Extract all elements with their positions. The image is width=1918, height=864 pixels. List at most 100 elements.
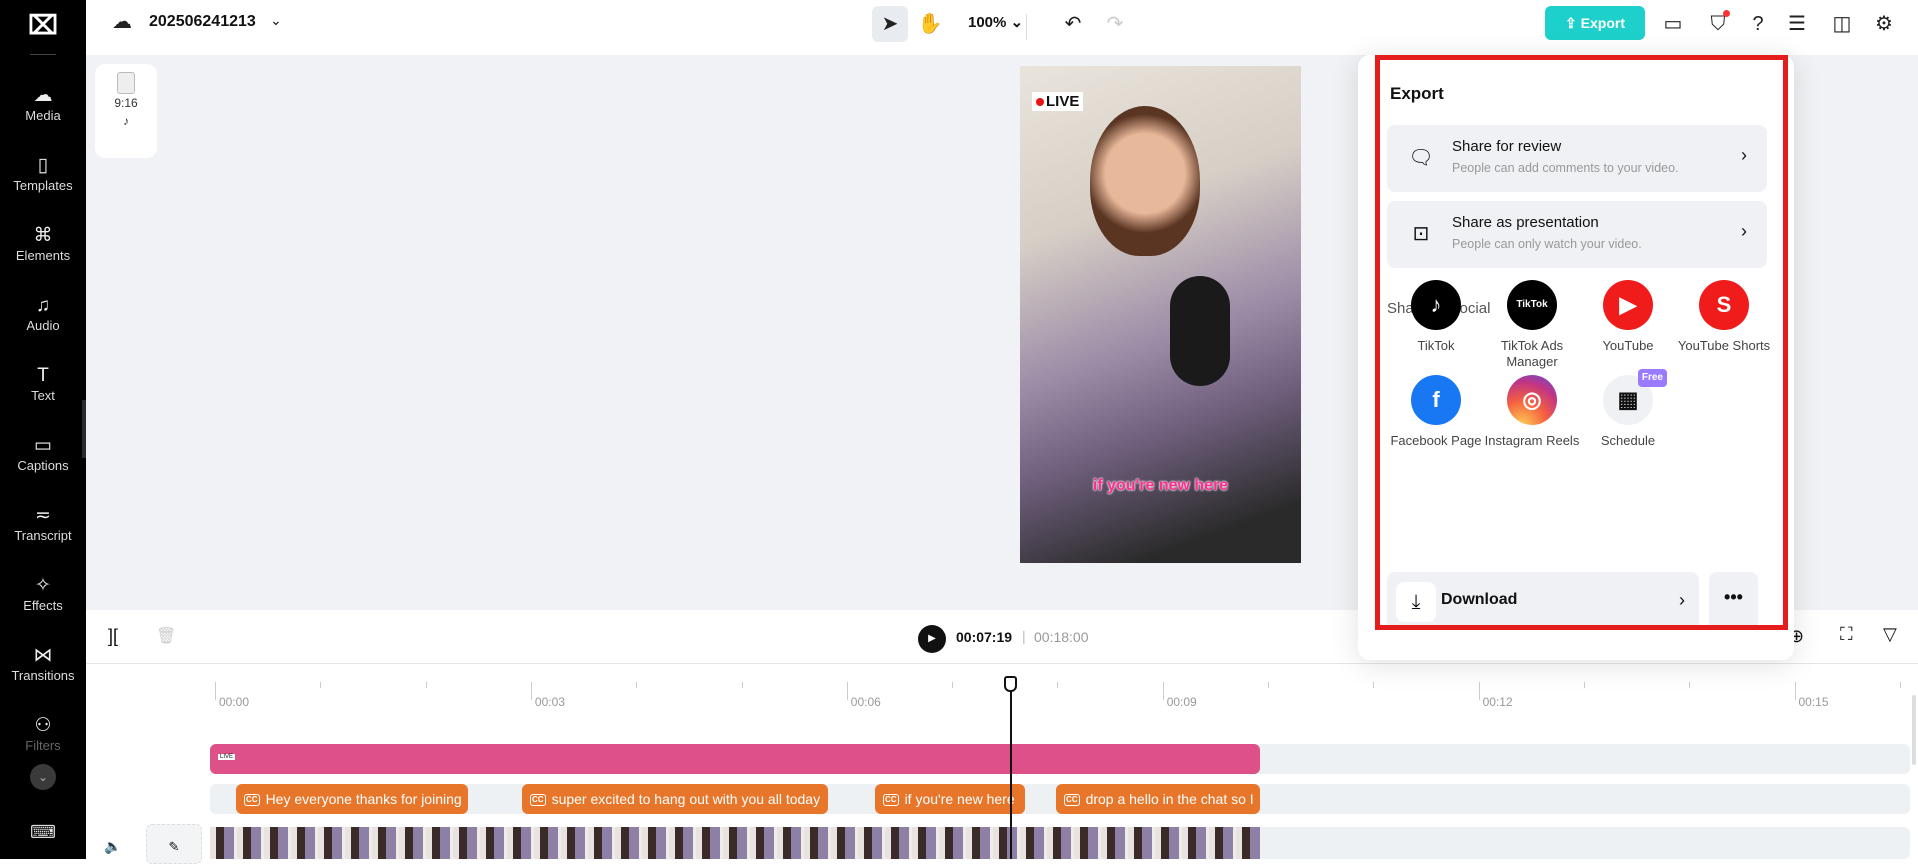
edit-cover-icon[interactable]: ✎ bbox=[146, 824, 202, 864]
vertical-scrollbar[interactable] bbox=[1912, 695, 1916, 765]
time-separator: | bbox=[1022, 628, 1026, 644]
templates-icon: ▯ bbox=[37, 155, 49, 176]
cloud-sync-icon[interactable]: ☁ bbox=[104, 4, 140, 40]
ruler-label: 00:15 bbox=[1798, 695, 1829, 709]
ruler-tick bbox=[1162, 682, 1164, 700]
more-tools-chevron-icon[interactable]: ⌄ bbox=[30, 764, 56, 790]
sidebar-item-text[interactable]: T Text bbox=[0, 364, 86, 403]
caption-text: if you're new here bbox=[904, 791, 1015, 807]
sidebar-item-templates[interactable]: ▯ Templates bbox=[0, 154, 86, 193]
video-clip-filmstrip[interactable] bbox=[210, 827, 1260, 859]
delete-trash-icon[interactable]: 🗑 bbox=[156, 626, 176, 646]
presentation-icon: ⊡ bbox=[1412, 223, 1430, 245]
help-icon[interactable]: ? bbox=[1740, 6, 1776, 42]
video-preview[interactable]: LIVE if you're new here bbox=[1020, 66, 1301, 563]
chevron-right-icon: › bbox=[1741, 221, 1747, 241]
layout-panel-icon[interactable]: ◫ bbox=[1824, 6, 1860, 42]
playhead[interactable] bbox=[1010, 676, 1012, 859]
caption-clip[interactable]: CC if you're new here bbox=[875, 784, 1025, 814]
sidebar-item-transcript[interactable]: ≂ Transcript bbox=[0, 504, 86, 543]
ruler-tick bbox=[425, 682, 427, 688]
download-button[interactable]: ⤓ Download › bbox=[1387, 572, 1699, 625]
export-panel-highlight: Export 🗨 Share for review People can add… bbox=[1375, 55, 1788, 630]
settings-gear-icon[interactable]: ⚙ bbox=[1866, 6, 1902, 42]
export-button[interactable]: ⇪ Export bbox=[1545, 6, 1645, 40]
divider bbox=[30, 54, 56, 55]
capcut-logo-icon[interactable]: ⌧ bbox=[28, 10, 58, 40]
share-facebook-page-button[interactable]: f Facebook Page bbox=[1386, 375, 1486, 449]
share-for-review-button[interactable]: 🗨 Share for review People can add commen… bbox=[1387, 125, 1767, 192]
chevron-right-icon: › bbox=[1679, 590, 1685, 610]
media-icon: ☁ bbox=[33, 85, 53, 106]
share-as-presentation-button[interactable]: ⊡ Share as presentation People can only … bbox=[1387, 201, 1767, 268]
project-name[interactable]: 202506241213 bbox=[149, 13, 256, 31]
ruler-tick bbox=[1794, 682, 1796, 700]
comment-icon: 🗨 bbox=[1408, 147, 1434, 169]
youtube-icon: ▶ bbox=[1603, 280, 1653, 330]
play-button[interactable]: ▶ bbox=[918, 625, 946, 653]
export-panel-title: Export bbox=[1390, 84, 1444, 103]
share-tiktok-ads-manager-button[interactable]: TikTok TikTok Ads Manager bbox=[1482, 280, 1582, 370]
social-label: TikTok Ads Manager bbox=[1500, 338, 1564, 369]
hand-tool-icon[interactable]: ✋ bbox=[912, 6, 948, 42]
share-schedule-button[interactable]: ▦ Free Schedule bbox=[1578, 369, 1678, 449]
caption-text: super excited to hang out with you all t… bbox=[551, 791, 821, 807]
project-menu-chevron-icon[interactable]: ⌄ bbox=[270, 12, 282, 29]
notifications-icon[interactable]: ⛉ bbox=[1700, 6, 1736, 42]
sidebar-item-label: Transcript bbox=[14, 528, 72, 543]
social-label: YouTube Shorts bbox=[1677, 338, 1771, 353]
sidebar-item-elements[interactable]: ⌘ Elements bbox=[0, 224, 86, 263]
share-tiktok-button[interactable]: ♪ TikTok bbox=[1386, 280, 1486, 354]
share-youtube-button[interactable]: ▶ YouTube bbox=[1578, 280, 1678, 354]
ruler-tick bbox=[1373, 682, 1375, 688]
ruler-tick bbox=[741, 682, 743, 688]
preview-mode-icon[interactable]: ▽ bbox=[1883, 624, 1897, 645]
ruler-label: 00:12 bbox=[1482, 695, 1513, 709]
more-options-button[interactable]: ••• bbox=[1709, 572, 1758, 625]
ruler-tick bbox=[1478, 682, 1480, 700]
layers-icon[interactable]: ☰ bbox=[1779, 6, 1815, 42]
divider bbox=[86, 663, 1918, 664]
sidebar-item-captions[interactable]: ▭ Captions bbox=[0, 434, 86, 473]
present-screen-icon[interactable]: ▭ bbox=[1655, 6, 1691, 42]
share-presentation-subtitle: People can only watch your video. bbox=[1452, 237, 1642, 251]
sidebar-item-media[interactable]: ☁ Media bbox=[0, 84, 86, 123]
sidebar-item-label: Transitions bbox=[11, 668, 75, 683]
mute-audio-icon[interactable]: 🔈 bbox=[104, 838, 121, 855]
caption-clip[interactable]: CC drop a hello in the chat so I bbox=[1056, 784, 1260, 814]
social-label: TikTok bbox=[1417, 338, 1455, 353]
ruler-tick bbox=[1689, 682, 1691, 688]
sidebar-item-label: Effects bbox=[23, 598, 63, 613]
aspect-ratio-selector[interactable]: 9:16 ♪ bbox=[95, 64, 157, 158]
ruler-label: 00:09 bbox=[1166, 695, 1197, 709]
share-instagram-reels-button[interactable]: ◎ Instagram Reels bbox=[1482, 375, 1582, 449]
aspect-ratio-label: 9:16 bbox=[114, 96, 138, 110]
undo-icon[interactable]: ↶ bbox=[1055, 6, 1091, 42]
sidebar-item-filters[interactable]: ⚇ Filters bbox=[0, 714, 86, 753]
phone-frame-icon bbox=[117, 72, 135, 94]
keyboard-shortcuts-icon[interactable]: ⌨ bbox=[30, 822, 56, 843]
redo-icon[interactable]: ↷ bbox=[1097, 6, 1133, 42]
sidebar-item-label: Media bbox=[25, 108, 61, 123]
sticker-clip[interactable]: LIVE bbox=[210, 744, 1260, 774]
sidebar-item-transitions[interactable]: ⋈ Transitions bbox=[0, 644, 86, 683]
schedule-icon: ▦ Free bbox=[1603, 369, 1667, 425]
sidebar-item-audio[interactable]: ♫ Audio bbox=[0, 294, 86, 333]
playhead-handle[interactable] bbox=[1004, 676, 1017, 692]
zoom-level[interactable]: 100% ⌄ bbox=[968, 13, 1023, 31]
youtube-shorts-icon: S bbox=[1699, 280, 1749, 330]
ruler-tick bbox=[952, 682, 954, 688]
share-review-title: Share for review bbox=[1452, 138, 1562, 155]
current-time: 00:07:19 bbox=[956, 629, 1013, 645]
split-icon[interactable]: ][ bbox=[108, 626, 118, 647]
share-youtube-shorts-button[interactable]: S YouTube Shorts bbox=[1674, 280, 1774, 354]
filters-icon: ⚇ bbox=[34, 715, 52, 736]
sidebar-item-effects[interactable]: ✧ Effects bbox=[0, 574, 86, 613]
fullscreen-icon[interactable]: ⛶ bbox=[1840, 624, 1853, 645]
ruler-tick bbox=[215, 682, 216, 700]
ruler-label: 00:03 bbox=[534, 695, 565, 709]
caption-clip[interactable]: CC Hey everyone thanks for joining bbox=[236, 784, 468, 814]
caption-clip[interactable]: CC super excited to hang out with you all… bbox=[522, 784, 828, 814]
select-tool-icon[interactable]: ➤ bbox=[872, 6, 908, 42]
tiktok-icon: ♪ bbox=[123, 114, 129, 128]
